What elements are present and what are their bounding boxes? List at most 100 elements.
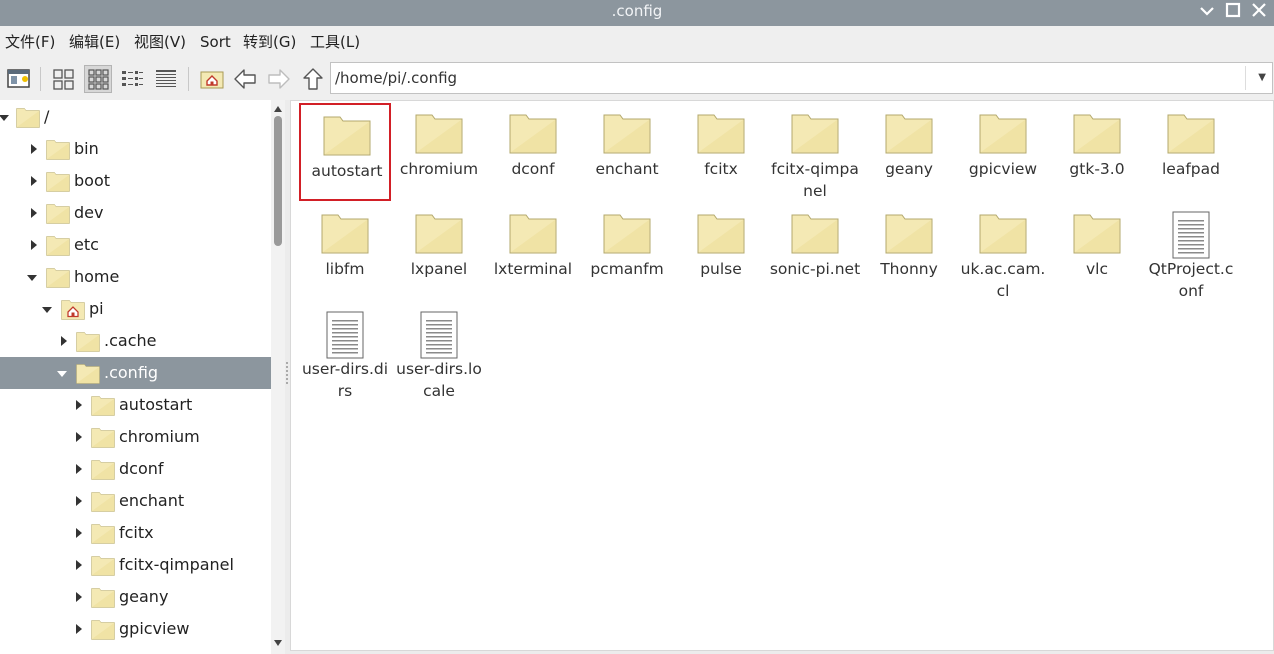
expand-arrow-icon[interactable] — [31, 144, 37, 154]
sidebar-scrollbar[interactable] — [271, 100, 285, 654]
folder-item[interactable]: gtk-3.0 — [1051, 103, 1143, 201]
folder-item[interactable]: pulse — [675, 203, 767, 301]
compact-view-icon[interactable] — [118, 65, 146, 93]
item-name: dconf — [511, 160, 555, 178]
tree-item[interactable]: fcitx-qimpanel — [0, 549, 271, 581]
tree-item-label: fcitx — [119, 523, 154, 542]
expand-arrow-icon[interactable] — [76, 624, 82, 634]
tree-item[interactable]: dev — [0, 197, 271, 229]
close-icon[interactable] — [1248, 1, 1270, 21]
folder-item[interactable]: fcitx — [675, 103, 767, 201]
menu-file[interactable]: 文件(F) — [5, 26, 55, 58]
folder-item[interactable]: sonic-pi.net — [769, 203, 861, 301]
tree-item[interactable]: pi — [0, 293, 271, 325]
collapse-arrow-icon[interactable] — [42, 307, 52, 313]
tree-item[interactable]: chromium — [0, 421, 271, 453]
folder-item[interactable]: fcitx-qimpanel — [769, 103, 861, 201]
menu-go[interactable]: 转到(G) — [243, 26, 296, 58]
path-input[interactable]: /home/pi/.config — [335, 63, 457, 93]
tree-item-label: dev — [74, 203, 104, 222]
minimize-icon[interactable] — [1196, 1, 1218, 21]
tree-item[interactable]: autostart — [0, 389, 271, 421]
tree-item[interactable]: / — [0, 101, 271, 133]
expand-arrow-icon[interactable] — [76, 432, 82, 442]
expand-arrow-icon[interactable] — [76, 496, 82, 506]
folder-item[interactable]: chromium — [393, 103, 485, 201]
file-item[interactable]: user-dirs.dirs — [299, 303, 391, 401]
home-icon[interactable] — [198, 65, 226, 93]
tree-item[interactable]: boot — [0, 165, 271, 197]
expand-arrow-icon[interactable] — [76, 464, 82, 474]
folder-item[interactable]: pcmanfm — [581, 203, 673, 301]
folder-item[interactable]: lxterminal — [487, 203, 579, 301]
tree-item[interactable]: gpicview — [0, 613, 271, 645]
item-name: pulse — [700, 260, 742, 278]
item-name: leafpad — [1162, 160, 1220, 178]
folder-icon — [91, 586, 115, 608]
folder-item[interactable]: Thonny — [863, 203, 955, 301]
detailed-list-view-icon[interactable] — [152, 65, 180, 93]
folder-item[interactable]: vlc — [1051, 203, 1143, 301]
new-window-icon[interactable] — [5, 65, 33, 93]
expand-arrow-icon[interactable] — [31, 240, 37, 250]
toolbar-separator — [40, 67, 41, 91]
item-name: chromium — [399, 160, 479, 178]
item-name: enchant — [595, 160, 659, 178]
collapse-arrow-icon[interactable] — [27, 275, 37, 281]
tree-item[interactable]: dconf — [0, 453, 271, 485]
expand-arrow-icon[interactable] — [76, 560, 82, 570]
folder-item[interactable]: dconf — [487, 103, 579, 201]
maximize-icon[interactable] — [1222, 1, 1244, 21]
folder-icon — [1073, 110, 1121, 154]
folder-item[interactable]: uk.ac.cam.cl — [957, 203, 1049, 301]
tree-item[interactable]: enchant — [0, 485, 271, 517]
tree-item[interactable]: home — [0, 261, 271, 293]
file-item[interactable]: user-dirs.locale — [393, 303, 485, 401]
expand-arrow-icon[interactable] — [31, 176, 37, 186]
folder-item[interactable]: leafpad — [1145, 103, 1237, 201]
tree-item[interactable]: etc — [0, 229, 271, 261]
folder-item[interactable]: lxpanel — [393, 203, 485, 301]
menu-tools[interactable]: 工具(L) — [310, 26, 360, 58]
back-arrow-icon[interactable] — [231, 65, 259, 93]
expand-arrow-icon[interactable] — [31, 208, 37, 218]
file-item[interactable]: QtProject.conf — [1145, 203, 1237, 301]
folder-item[interactable]: enchant — [581, 103, 673, 201]
tree-item-label: dconf — [119, 459, 164, 478]
tree-item[interactable]: fcitx — [0, 517, 271, 549]
expand-arrow-icon[interactable] — [76, 400, 82, 410]
expand-arrow-icon[interactable] — [61, 336, 67, 346]
item-name: pcmanfm — [590, 260, 664, 278]
folder-item[interactable]: autostart — [299, 103, 391, 201]
scrollbar-thumb[interactable] — [274, 116, 282, 246]
menu-sort[interactable]: Sort — [200, 26, 231, 58]
menu-view[interactable]: 视图(V) — [134, 26, 186, 58]
folder-icon — [91, 458, 115, 480]
collapse-arrow-icon[interactable] — [0, 115, 9, 121]
tree-item[interactable]: .cache — [0, 325, 271, 357]
folder-icon — [46, 170, 70, 192]
folder-item[interactable]: libfm — [299, 203, 391, 301]
tree-item[interactable]: geany — [0, 581, 271, 613]
tree-item-label: / — [44, 107, 50, 126]
large-icon-view-icon[interactable] — [50, 65, 78, 93]
menu-edit[interactable]: 编辑(E) — [69, 26, 120, 58]
forward-arrow-icon[interactable] — [265, 65, 293, 93]
folder-icon — [415, 110, 463, 154]
chevron-down-icon[interactable]: ▼ — [1258, 63, 1266, 93]
expand-arrow-icon[interactable] — [76, 528, 82, 538]
expand-arrow-icon[interactable] — [76, 592, 82, 602]
text-file-icon — [321, 310, 369, 359]
tree-item[interactable]: bin — [0, 133, 271, 165]
folder-item[interactable]: gpicview — [957, 103, 1049, 201]
folder-icon — [1073, 210, 1121, 254]
tree-item[interactable]: .config — [0, 357, 271, 389]
folder-icon — [979, 110, 1027, 154]
folder-item[interactable]: geany — [863, 103, 955, 201]
path-bar[interactable]: /home/pi/.config ▼ — [330, 62, 1273, 94]
scroll-down-icon[interactable] — [274, 640, 282, 646]
up-arrow-icon[interactable] — [299, 65, 327, 93]
collapse-arrow-icon[interactable] — [57, 371, 67, 377]
scroll-up-icon[interactable] — [274, 106, 282, 112]
small-icon-view-icon[interactable] — [84, 65, 112, 93]
